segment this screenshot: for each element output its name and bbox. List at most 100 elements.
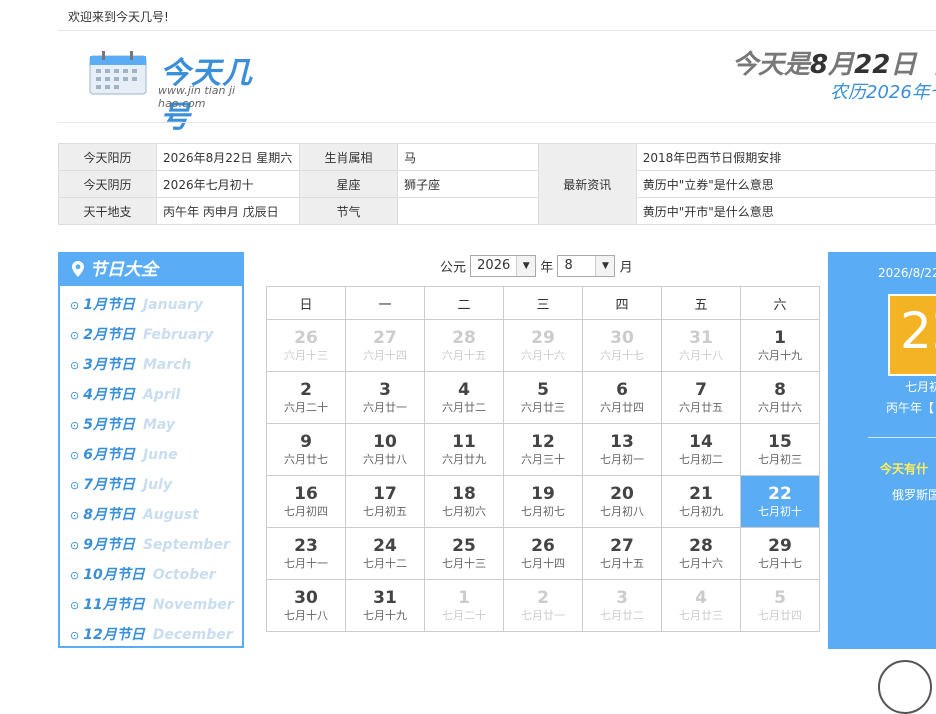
calendar-day[interactable]: 24 七月十二 xyxy=(345,527,425,580)
news-link-3[interactable]: 黄历中"开市"是什么意思 xyxy=(635,197,936,225)
lunar-date: 六月十八 xyxy=(679,348,723,362)
label-zodiac: 生肖属相 xyxy=(299,143,399,171)
festival-sidebar: 节日大全 ⊙ 1月节日 January ⊙ 2月节日 February ⊙ 3月节日 March… xyxy=(58,252,244,648)
year-value: 2026 xyxy=(477,258,511,273)
weekday-header: 日一二三四五六 xyxy=(266,286,820,320)
day-number: 2 xyxy=(300,379,312,400)
today-prefix: 今天是 xyxy=(732,50,811,80)
news-link-1[interactable]: 2018年巴西节日假期安排 xyxy=(635,143,936,171)
month-value: 8 xyxy=(564,258,573,273)
calendar-day[interactable]: 27 七月十五 xyxy=(582,527,662,580)
circle-dot-icon: ⊙ xyxy=(70,329,80,342)
calendar-day[interactable]: 3 六月廿一 xyxy=(345,371,425,424)
calendar-logo-icon xyxy=(89,51,147,95)
calendar-day[interactable]: 29 六月十六 xyxy=(503,319,583,372)
calendar-day[interactable]: 16 七月初四 xyxy=(266,475,346,528)
calendar-day[interactable]: 29 七月十七 xyxy=(740,527,820,580)
calendar-day[interactable]: 18 七月初六 xyxy=(424,475,504,528)
festival-month-item[interactable]: ⊙ 1月节日 January xyxy=(70,290,242,320)
lunar-date: 七月初四 xyxy=(284,504,328,518)
festival-month-item[interactable]: ⊙ 9月节日 September xyxy=(70,530,242,560)
month-en-label: January xyxy=(142,297,204,313)
lunar-date: 六月三十 xyxy=(521,452,565,466)
calendar-day[interactable]: 15 七月初三 xyxy=(740,423,820,476)
day-number: 27 xyxy=(373,327,397,348)
selector-prefix: 公元 xyxy=(440,260,467,276)
calendar-day[interactable]: 2 七月廿一 xyxy=(503,579,583,632)
calendar-week-row: 23 七月十一 24 七月十二 25 七月十三 26 七月十四 27 七月十五 28 七月十六 29 七月… xyxy=(266,527,820,580)
festival-month-item[interactable]: ⊙ 2月节日 February xyxy=(70,320,242,350)
day-number: 4 xyxy=(458,379,470,400)
calendar-day[interactable]: 31 六月十八 xyxy=(661,319,741,372)
calendar-day[interactable]: 12 六月三十 xyxy=(503,423,583,476)
calendar-day[interactable]: 19 七月初七 xyxy=(503,475,583,528)
calendar-day[interactable]: 11 六月廿九 xyxy=(424,423,504,476)
calendar-day-today[interactable]: 22 七月初十 xyxy=(740,475,820,528)
site-logo[interactable]: 今天几号 www.jin tian ji hao.com xyxy=(88,42,278,135)
festival-month-item[interactable]: ⊙ 5月节日 May xyxy=(70,410,242,440)
festival-month-item[interactable]: ⊙ 11月节日 November xyxy=(70,590,242,620)
news-link-2[interactable]: 黄历中"立券"是什么意思 xyxy=(635,170,936,198)
calendar-day[interactable]: 4 七月廿三 xyxy=(661,579,741,632)
corner-circle-icon[interactable] xyxy=(878,660,932,714)
calendar-day[interactable]: 9 六月廿七 xyxy=(266,423,346,476)
calendar-day[interactable]: 31 七月十九 xyxy=(345,579,425,632)
day-number: 10 xyxy=(373,431,397,452)
value-lunar: 2026年七月初十 xyxy=(156,170,301,198)
calendar-day[interactable]: 14 七月初二 xyxy=(661,423,741,476)
calendar-day[interactable]: 17 七月初五 xyxy=(345,475,425,528)
month-select[interactable]: 8 ▼ xyxy=(557,255,616,277)
calendar-day[interactable]: 2 六月二十 xyxy=(266,371,346,424)
lunar-date: 六月廿七 xyxy=(284,452,328,466)
day-number: 30 xyxy=(294,587,318,608)
calendar-day[interactable]: 1 六月十九 xyxy=(740,319,820,372)
lunar-date: 七月初五 xyxy=(363,504,407,518)
calendar-day[interactable]: 30 七月十八 xyxy=(266,579,346,632)
value-solar: 2026年8月22日 星期六 xyxy=(156,143,301,171)
weekday-label: 日 xyxy=(266,286,346,320)
month-cn-label: 8月节日 xyxy=(83,507,135,523)
calendar-day[interactable]: 26 七月十四 xyxy=(503,527,583,580)
calendar-day[interactable]: 30 六月十七 xyxy=(582,319,662,372)
year-select[interactable]: 2026 ▼ xyxy=(470,255,537,277)
month-en-label: April xyxy=(142,387,181,403)
festival-month-item[interactable]: ⊙ 6月节日 June xyxy=(70,440,242,470)
calendar-day[interactable]: 8 六月廿六 xyxy=(740,371,820,424)
month-cn-label: 1月节日 xyxy=(83,297,135,313)
calendar-day[interactable]: 6 六月廿四 xyxy=(582,371,662,424)
calendar-day[interactable]: 27 六月十四 xyxy=(345,319,425,372)
calendar-day[interactable]: 20 七月初八 xyxy=(582,475,662,528)
calendar-day[interactable]: 5 六月廿三 xyxy=(503,371,583,424)
festival-month-item[interactable]: ⊙ 8月节日 August xyxy=(70,500,242,530)
festival-month-item[interactable]: ⊙ 12月节日 December xyxy=(70,620,242,650)
calendar-day[interactable]: 10 六月廿八 xyxy=(345,423,425,476)
month-en-label: August xyxy=(142,507,199,523)
calendar-day[interactable]: 13 七月初一 xyxy=(582,423,662,476)
lunar-date: 七月十二 xyxy=(363,556,407,570)
festival-month-item[interactable]: ⊙ 10月节日 October xyxy=(70,560,242,590)
calendar-day[interactable]: 25 七月十三 xyxy=(424,527,504,580)
panel-ganzhi: 丙午年【 xyxy=(886,401,935,415)
calendar-day[interactable]: 3 七月廿二 xyxy=(582,579,662,632)
lunar-date: 七月十八 xyxy=(284,608,328,622)
calendar-day[interactable]: 5 七月廿四 xyxy=(740,579,820,632)
calendar-day[interactable]: 1 七月二十 xyxy=(424,579,504,632)
calendar-day[interactable]: 28 六月十五 xyxy=(424,319,504,372)
day-number: 24 xyxy=(373,535,397,556)
label-constellation: 星座 xyxy=(299,170,399,198)
calendar-day[interactable]: 23 七月十一 xyxy=(266,527,346,580)
calendar-day[interactable]: 7 六月廿五 xyxy=(661,371,741,424)
label-solar: 今天阳历 xyxy=(57,143,158,171)
calendar-day[interactable]: 26 六月十三 xyxy=(266,319,346,372)
lunar-date: 七月十四 xyxy=(521,556,565,570)
day-number: 6 xyxy=(616,379,628,400)
calendar-day[interactable]: 4 六月廿二 xyxy=(424,371,504,424)
festival-month-item[interactable]: ⊙ 3月节日 March xyxy=(70,350,242,380)
festival-month-item[interactable]: ⊙ 4月节日 April xyxy=(70,380,242,410)
panel-event-item[interactable]: 俄罗斯国 xyxy=(892,486,936,503)
festival-month-item[interactable]: ⊙ 7月节日 July xyxy=(70,470,242,500)
calendar-week-row: 16 七月初四 17 七月初五 18 七月初六 19 七月初七 20 七月初八 21 七月初九 22 七月… xyxy=(266,475,820,528)
calendar-day[interactable]: 28 七月十六 xyxy=(661,527,741,580)
lunar-date: 七月初三 xyxy=(758,452,802,466)
calendar-day[interactable]: 21 七月初九 xyxy=(661,475,741,528)
